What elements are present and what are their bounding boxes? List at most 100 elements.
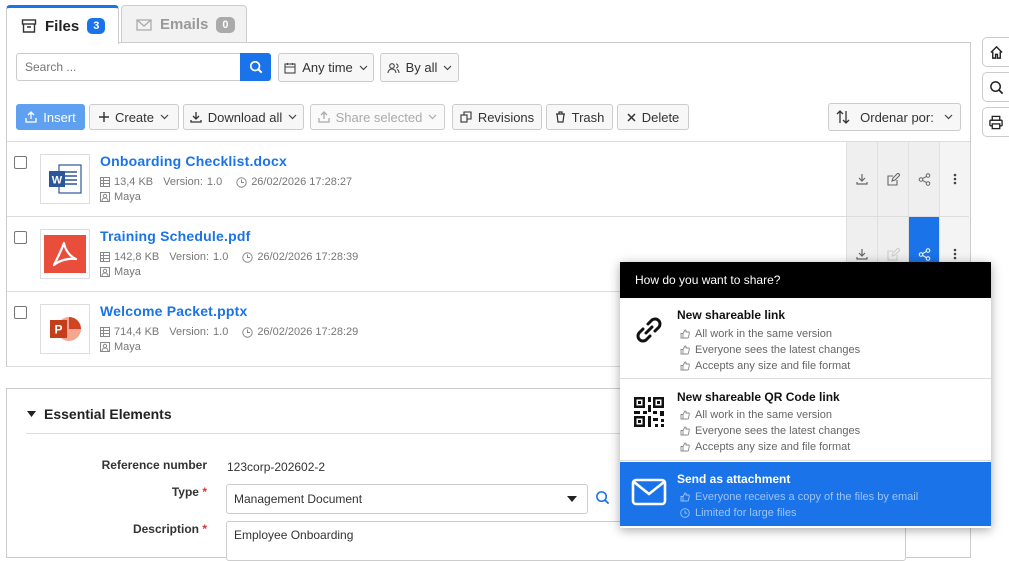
option-feature: Everyone sees the latest changes — [680, 344, 860, 356]
search-side-button[interactable] — [982, 72, 1009, 102]
thumbs-up-icon — [680, 442, 690, 452]
owner-filter-label: By all — [405, 60, 438, 75]
file-row[interactable]: W Onboarding Checklist.docx 13,4 KB Vers… — [7, 142, 970, 217]
caret-down-icon — [27, 411, 36, 417]
chevron-down-icon — [359, 65, 368, 71]
file-date: 26/02/2026 17:28:29 — [257, 326, 359, 338]
type-search-button[interactable] — [595, 490, 610, 508]
qr-code-icon — [631, 394, 667, 430]
delete-button[interactable]: Delete — [617, 104, 689, 130]
file-size: 714,4 KB — [114, 326, 160, 338]
edit-file-button[interactable] — [877, 142, 908, 216]
search-icon — [595, 490, 610, 505]
file-owner: Maya — [100, 191, 141, 203]
chevron-down-icon — [288, 114, 297, 120]
new-qr-code-link-option[interactable]: New shareable QR Code link All work in t… — [620, 380, 991, 461]
tab-files[interactable]: Files 3 — [6, 5, 119, 44]
download-file-button[interactable] — [846, 142, 877, 216]
file-size: 142,8 KB — [114, 251, 160, 263]
thumbs-up-icon — [680, 492, 690, 502]
download-all-button[interactable]: Download all — [183, 104, 304, 130]
time-filter-label: Any time — [302, 60, 353, 75]
row-checkbox[interactable] — [14, 156, 27, 169]
option-feature: All work in the same version — [680, 328, 832, 340]
print-button[interactable] — [982, 107, 1009, 137]
version-value: 1.0 — [206, 176, 223, 188]
sort-dropdown[interactable]: Ordenar por: — [828, 103, 961, 131]
tab-emails[interactable]: Emails 0 — [121, 5, 247, 43]
chevron-down-icon — [944, 114, 953, 120]
kebab-menu-icon — [953, 173, 957, 185]
section-divider — [26, 433, 626, 434]
option-feature: Accepts any size and file format — [680, 441, 850, 453]
clock-icon — [242, 251, 254, 263]
more-options-button[interactable] — [939, 142, 970, 216]
powerpoint-file-icon: P — [40, 304, 90, 354]
create-button[interactable]: Create — [89, 104, 179, 130]
file-name-link[interactable]: Welcome Packet.pptx — [100, 303, 248, 319]
size-icon — [100, 177, 110, 187]
trash-icon — [555, 111, 566, 123]
version-label: Version: — [169, 251, 210, 263]
option-title: New shareable link — [677, 308, 786, 322]
download-icon — [190, 111, 202, 123]
row-checkbox[interactable] — [14, 231, 27, 244]
size-icon — [100, 327, 110, 337]
version-label: Version: — [169, 326, 210, 338]
search-input-wrap — [16, 53, 241, 81]
section-header[interactable]: Essential Elements — [27, 406, 172, 422]
thumbs-up-icon — [680, 361, 690, 371]
clock-icon — [680, 508, 690, 518]
sort-icon — [836, 110, 850, 124]
type-select[interactable]: Management Document — [226, 484, 588, 514]
share-upload-icon — [317, 111, 330, 123]
search-button[interactable] — [240, 53, 271, 81]
send-as-attachment-option[interactable]: Send as attachment Everyone receives a c… — [620, 462, 991, 526]
required-mark: * — [202, 485, 207, 499]
option-line: All work in the same version — [695, 328, 832, 340]
clock-icon — [242, 326, 254, 338]
time-filter-dropdown[interactable]: Any time — [278, 53, 374, 82]
create-label: Create — [114, 109, 155, 125]
file-date: 26/02/2026 17:28:39 — [257, 251, 359, 263]
edit-icon — [886, 247, 900, 261]
new-shareable-link-option[interactable]: New shareable link All work in the same … — [620, 298, 991, 379]
share-selected-button[interactable]: Share selected — [310, 104, 445, 130]
calendar-icon — [284, 62, 296, 74]
file-name-link[interactable]: Onboarding Checklist.docx — [100, 153, 287, 169]
required-mark: * — [202, 522, 207, 536]
option-line: Limited for large files — [695, 507, 797, 519]
printer-icon — [988, 115, 1004, 130]
home-button[interactable] — [982, 37, 1009, 67]
insert-button[interactable]: Insert — [16, 104, 85, 130]
envelope-icon — [631, 474, 667, 510]
owner-filter-dropdown[interactable]: By all — [380, 53, 459, 82]
trash-button[interactable]: Trash — [546, 104, 613, 130]
file-name-link[interactable]: Training Schedule.pdf — [100, 228, 250, 244]
close-icon — [627, 112, 636, 122]
share-file-button[interactable] — [908, 142, 939, 216]
tab-emails-label: Emails — [160, 16, 209, 33]
option-line: Everyone receives a copy of the files by… — [695, 491, 919, 503]
row-checkbox[interactable] — [14, 306, 27, 319]
sort-label: Ordenar por: — [860, 109, 934, 125]
chevron-down-icon — [443, 65, 452, 71]
delete-label: Delete — [641, 109, 680, 125]
share-icon — [918, 172, 931, 186]
file-meta: 714,4 KB Version: 1.0 26/02/2026 17:28:2… — [100, 326, 358, 338]
search-input[interactable] — [17, 54, 241, 80]
trash-label: Trash — [571, 109, 605, 125]
owner-name: Maya — [114, 266, 141, 278]
revisions-button[interactable]: Revisions — [452, 104, 542, 130]
file-size: 13,4 KB — [114, 176, 154, 188]
tab-files-label: Files — [45, 17, 80, 35]
size-icon — [100, 252, 110, 262]
version-value: 1.0 — [213, 251, 229, 263]
option-title: New shareable QR Code link — [677, 390, 840, 404]
thumbs-up-icon — [680, 345, 690, 355]
thumbs-up-icon — [680, 426, 690, 436]
edit-icon — [886, 172, 900, 186]
envelope-icon — [136, 18, 152, 32]
version-label: Version: — [163, 176, 203, 188]
description-value: Employee Onboarding — [234, 528, 354, 542]
